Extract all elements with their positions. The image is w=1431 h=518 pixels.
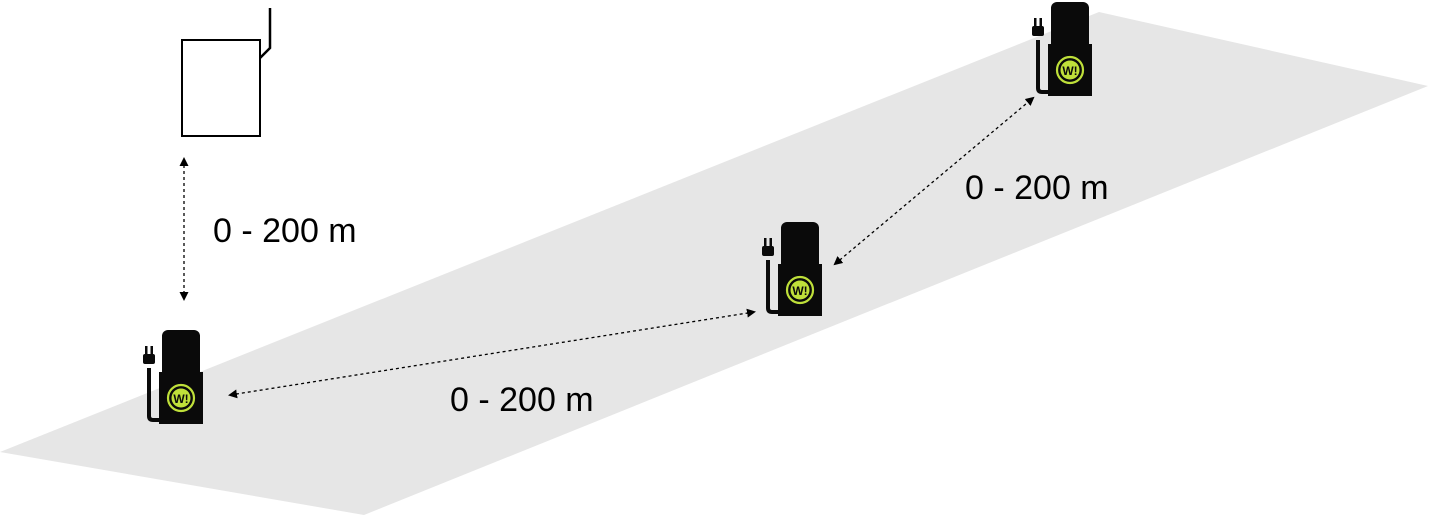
distance-label-charger-2-3: 0 - 200 m [965, 169, 1109, 207]
distance-label-gateway: 0 - 200 m [213, 212, 357, 250]
installation-diagram: W! 0 - 200 m 0 - 200 m 0 - 200 m [0, 0, 1428, 515]
distance-label-charger-1-2: 0 - 200 m [450, 381, 594, 419]
wireless-gateway-icon [181, 8, 272, 137]
